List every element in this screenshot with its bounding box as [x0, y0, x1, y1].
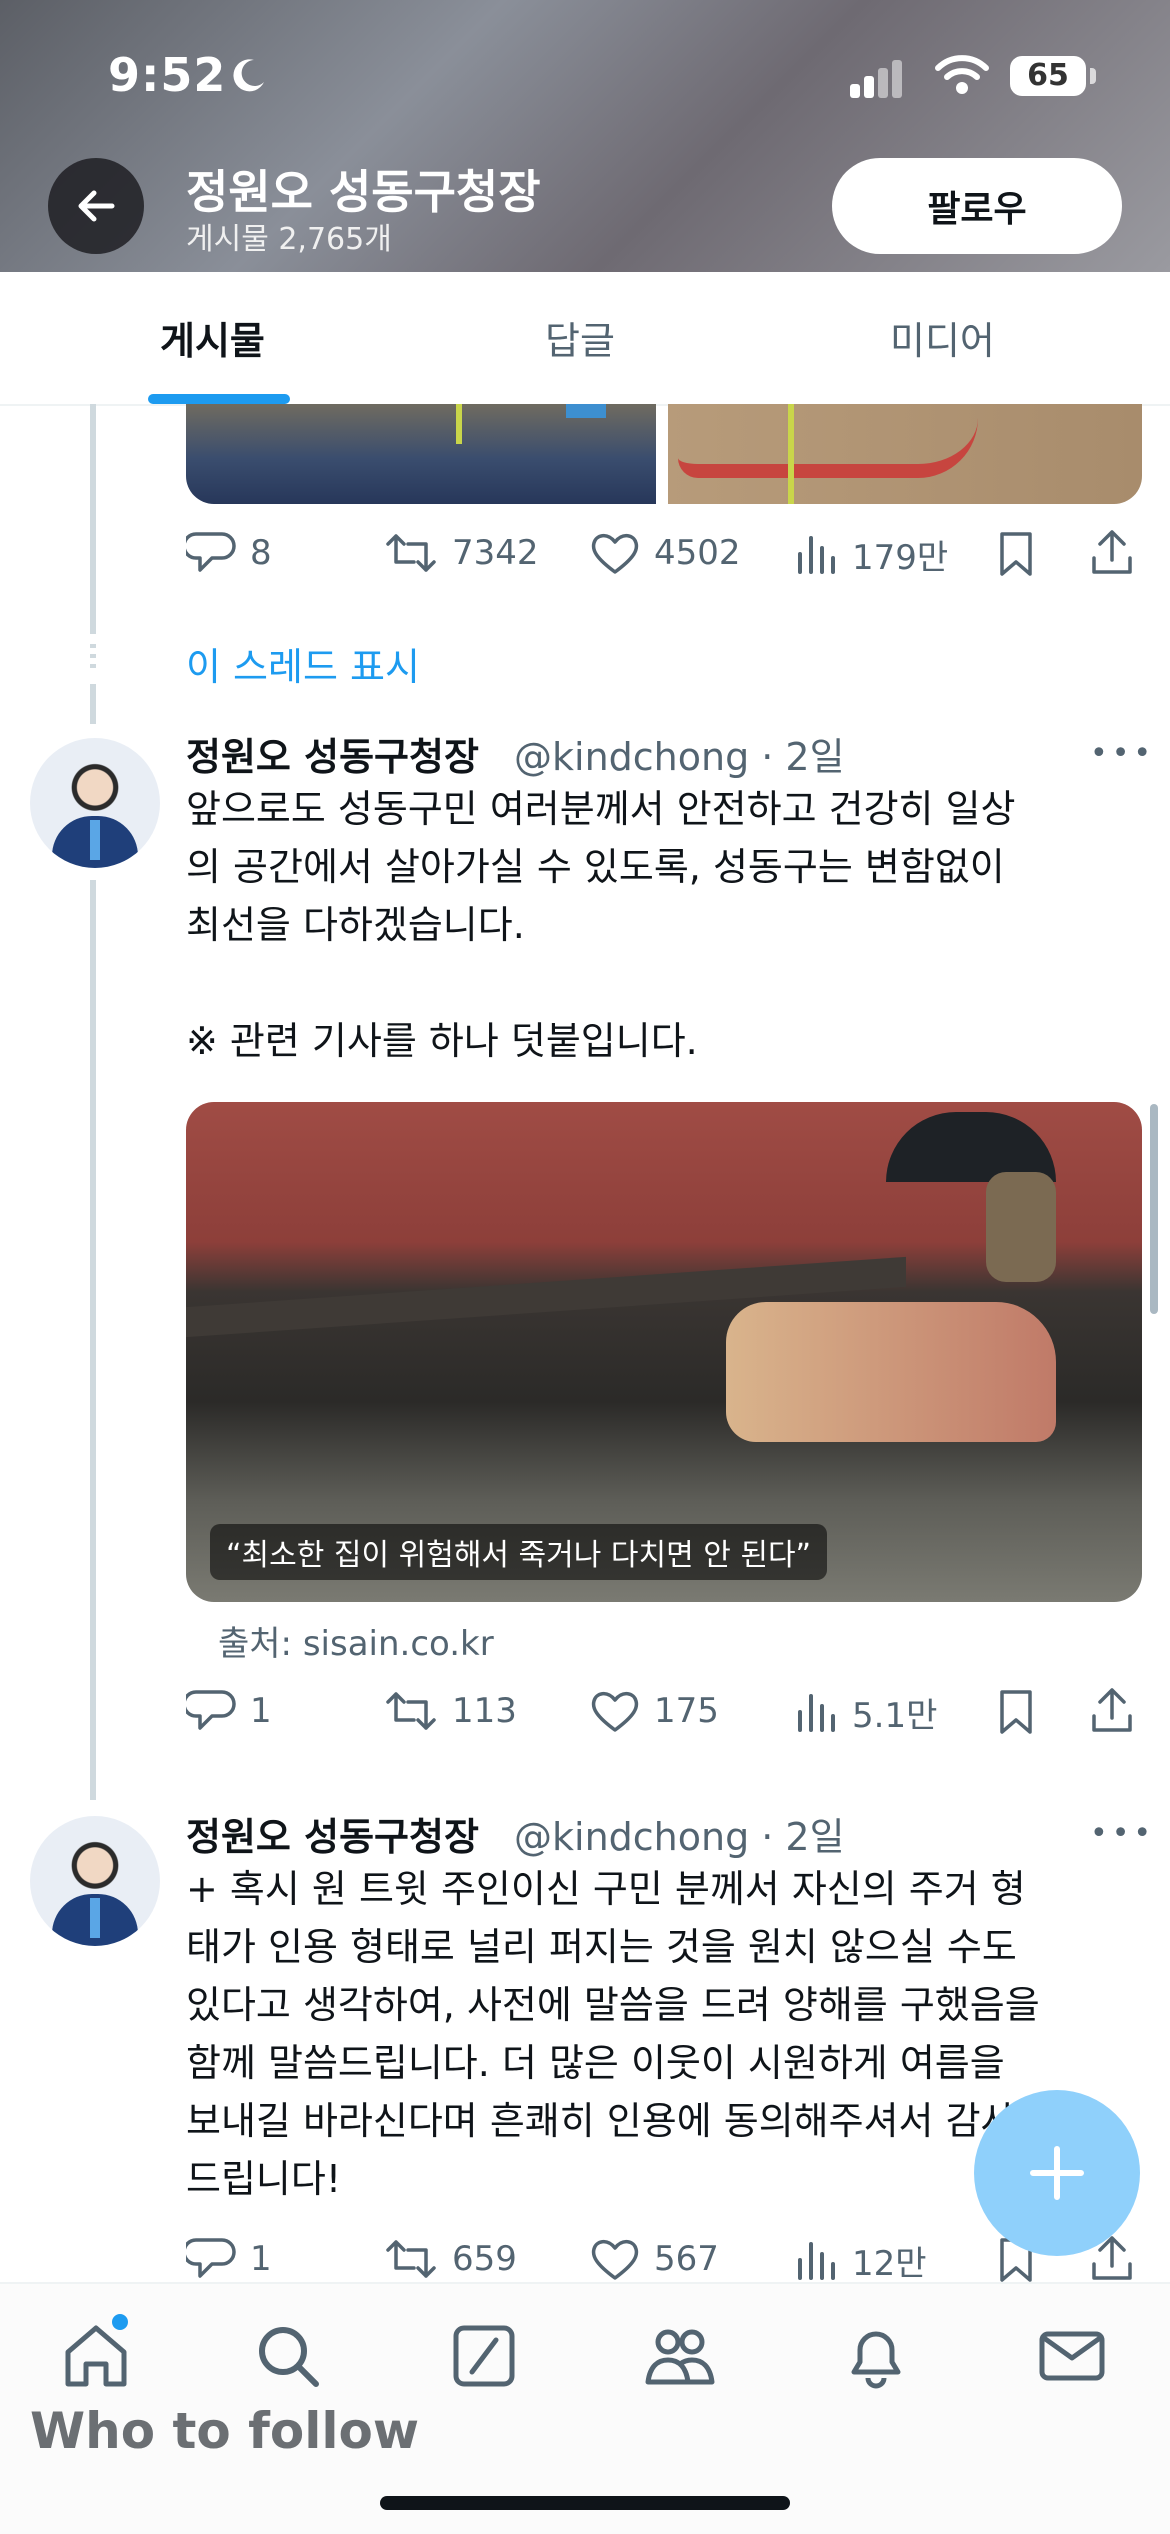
views-count: 179만 [852, 538, 949, 578]
reply-action[interactable]: 1 [186, 1688, 272, 1734]
search-icon[interactable] [252, 2320, 324, 2392]
bottom-nav: Who to follow [0, 2282, 1170, 2534]
views-icon [798, 1693, 835, 1732]
thread-line [90, 404, 96, 634]
post-image-left[interactable] [186, 404, 656, 504]
notification-dot [112, 2314, 128, 2330]
article-source[interactable]: 출처: sisain.co.kr [218, 1616, 494, 1665]
views-action[interactable]: 179만 [796, 530, 948, 579]
share-icon[interactable] [1090, 528, 1134, 578]
repost-action[interactable]: 7342 [384, 530, 539, 576]
battery-indicator: 65 [1010, 56, 1086, 96]
back-button[interactable] [48, 158, 144, 254]
repost-count: 113 [452, 1691, 517, 1731]
views-count: 12만 [852, 2244, 927, 2284]
image-detail [726, 1302, 1056, 1442]
repost-action[interactable]: 659 [384, 2236, 517, 2282]
thread-line-dots [90, 644, 96, 674]
reply-count: 8 [250, 533, 272, 573]
home-indicator [380, 2496, 790, 2510]
signal-icon [850, 58, 910, 98]
post-image-right[interactable] [668, 404, 1142, 504]
home-icon[interactable] [60, 2320, 132, 2392]
tab-replies[interactable]: 답글 [545, 310, 615, 365]
reply-icon [186, 1690, 236, 1730]
avatar-tie [90, 1898, 100, 1938]
thread-line [90, 880, 96, 1800]
like-count: 567 [654, 2239, 719, 2279]
author-handle[interactable]: @kindchong · 2일 [514, 726, 845, 781]
repost-count: 659 [452, 2239, 517, 2279]
tab-media[interactable]: 미디어 [890, 310, 995, 365]
wifi-icon [935, 55, 989, 94]
like-count: 175 [654, 1691, 719, 1731]
heart-icon [591, 1692, 639, 1732]
reply-icon [186, 532, 236, 572]
author-name[interactable]: 정원오 성동구청장 [186, 1806, 479, 1861]
profile-name: 정원오 성동구청장 [186, 165, 541, 219]
plus-icon [1030, 2146, 1084, 2200]
thread-line [90, 684, 96, 724]
views-count: 5.1만 [852, 1696, 938, 1736]
notifications-icon[interactable] [840, 2320, 912, 2392]
profile-header: 9:52 65 정원오 성동구청장 게시물 2,765개 팔로우 [0, 0, 1170, 272]
views-action[interactable]: 12만 [796, 2236, 927, 2285]
reply-action[interactable]: 1 [186, 2236, 272, 2282]
scrollbar[interactable] [1150, 1104, 1158, 1314]
tab-posts[interactable]: 게시물 [160, 310, 265, 365]
like-count: 4502 [654, 533, 741, 573]
repost-icon [386, 1692, 436, 1730]
more-options-icon[interactable]: ••• [1090, 736, 1155, 771]
avatar[interactable] [30, 1816, 160, 1946]
bookmark-icon[interactable] [996, 1688, 1036, 1736]
author-name[interactable]: 정원오 성동구청장 [186, 726, 479, 781]
article-caption: “최소한 집이 위험해서 죽거나 다치면 안 된다” [210, 1524, 828, 1580]
post-count: 게시물 2,765개 [186, 222, 392, 257]
views-action[interactable]: 5.1만 [796, 1688, 937, 1737]
profile-tabs: 게시물 답글 미디어 [0, 272, 1170, 406]
status-time: 9:52 [108, 48, 227, 102]
like-action[interactable]: 4502 [590, 530, 741, 576]
image-detail [986, 1172, 1056, 1282]
repost-icon [386, 534, 436, 572]
reply-count: 1 [250, 1691, 272, 1731]
repost-action[interactable]: 113 [384, 1688, 517, 1734]
views-icon [798, 2241, 835, 2280]
active-tab-indicator [148, 394, 290, 404]
repost-count: 7342 [452, 533, 539, 573]
article-card-image[interactable]: “최소한 집이 위험해서 죽거나 다치면 안 된다” [186, 1102, 1142, 1602]
post-text: 앞으로도 성동구민 여러분께서 안전하고 건강히 일상 의 공간에서 살아가실 … [186, 787, 1016, 1063]
reply-count: 1 [250, 2239, 272, 2279]
who-to-follow-label[interactable]: Who to follow [30, 2402, 419, 2460]
battery-cap [1090, 68, 1096, 84]
share-icon[interactable] [1090, 1686, 1134, 1736]
grok-icon[interactable] [448, 2320, 520, 2392]
views-icon [798, 535, 835, 574]
repost-icon [386, 2240, 436, 2278]
messages-icon[interactable] [1036, 2320, 1108, 2392]
follow-button[interactable]: 팔로우 [832, 158, 1122, 254]
heart-icon [591, 534, 639, 574]
reply-icon [186, 2238, 236, 2278]
compose-post-button[interactable] [974, 2090, 1140, 2256]
image-detail [788, 404, 794, 504]
heart-icon [591, 2240, 639, 2280]
more-options-icon[interactable]: ••• [1090, 1816, 1155, 1851]
moon-icon [233, 59, 264, 92]
battery-level: 65 [1027, 58, 1069, 93]
reply-action[interactable]: 8 [186, 530, 272, 576]
image-detail [678, 404, 978, 478]
like-action[interactable]: 175 [590, 1688, 719, 1734]
communities-icon[interactable] [644, 2320, 716, 2392]
image-detail [566, 404, 606, 418]
like-action[interactable]: 567 [590, 2236, 719, 2282]
image-detail [456, 404, 462, 444]
author-handle[interactable]: @kindchong · 2일 [514, 1806, 845, 1861]
bookmark-icon[interactable] [996, 530, 1036, 578]
avatar[interactable] [30, 738, 160, 868]
avatar-tie [90, 820, 100, 860]
show-thread-link[interactable]: 이 스레드 표시 [186, 636, 420, 691]
arrow-left-icon [78, 190, 115, 222]
